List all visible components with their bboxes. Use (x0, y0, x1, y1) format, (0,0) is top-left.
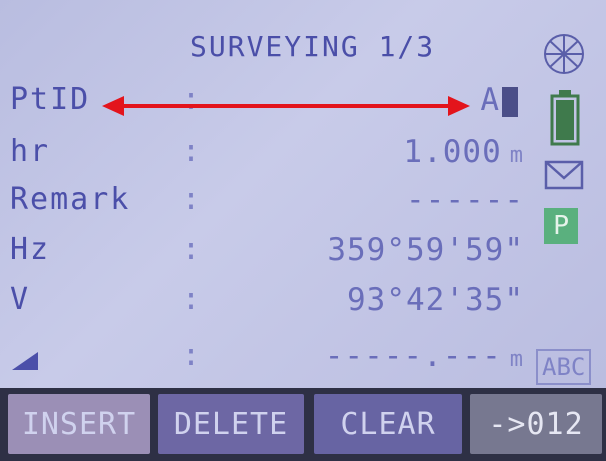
clear-button[interactable]: CLEAR (314, 394, 462, 454)
hz-label: Hz (10, 232, 51, 267)
colon: : (182, 182, 201, 217)
slope-distance-unit: m (509, 347, 524, 372)
v-value: 93°42'35" (347, 282, 524, 318)
colon: : (182, 282, 201, 317)
numeric-mode-button[interactable]: ->012 (470, 394, 602, 454)
memory-card-icon (544, 160, 584, 190)
ptid-row[interactable]: PtID : A (0, 82, 606, 130)
colon: : (182, 232, 201, 267)
hr-row[interactable]: hr : 1.000 m (0, 134, 606, 182)
delete-button[interactable]: DELETE (158, 394, 304, 454)
slope-distance-field: -----.--- m (325, 338, 524, 374)
remark-field[interactable]: ------ (406, 182, 524, 218)
ptid-value: A (480, 82, 500, 118)
instrument-screen: SURVEYING 1/3 PtID : A hr : 1.000 m Remar… (0, 0, 606, 461)
text-cursor (502, 86, 518, 117)
remark-label: Remark (10, 182, 131, 217)
ptid-label: PtID (10, 82, 91, 117)
p-status-icon: P (544, 208, 578, 244)
page-title: SURVEYING 1/3 (190, 30, 436, 63)
slope-distance-row: : -----.--- m (0, 338, 606, 386)
slope-distance-value: -----.--- (324, 338, 502, 374)
slope-distance-icon (12, 352, 38, 370)
hz-value: 359°59'59" (327, 232, 524, 268)
colon: : (182, 134, 201, 169)
hz-row: Hz : 359°59'59" (0, 232, 606, 280)
ptid-field[interactable]: A (480, 82, 518, 118)
red-arrow-annotation (102, 96, 470, 116)
remark-row[interactable]: Remark : ------ (0, 182, 606, 230)
hr-field[interactable]: 1.000 m (403, 134, 524, 170)
input-mode-indicator: ABC (536, 349, 592, 385)
hr-label: hr (10, 134, 51, 169)
v-row: V : 93°42'35" (0, 282, 606, 330)
hr-value: 1.000 (403, 134, 502, 170)
hr-unit: m (509, 143, 524, 168)
compensator-icon (544, 34, 584, 74)
battery-icon (550, 90, 580, 146)
colon: : (182, 338, 201, 373)
softkey-bar: INSERT DELETE CLEAR ->012 (0, 388, 606, 461)
insert-button[interactable]: INSERT (8, 394, 150, 454)
v-label: V (10, 282, 31, 317)
